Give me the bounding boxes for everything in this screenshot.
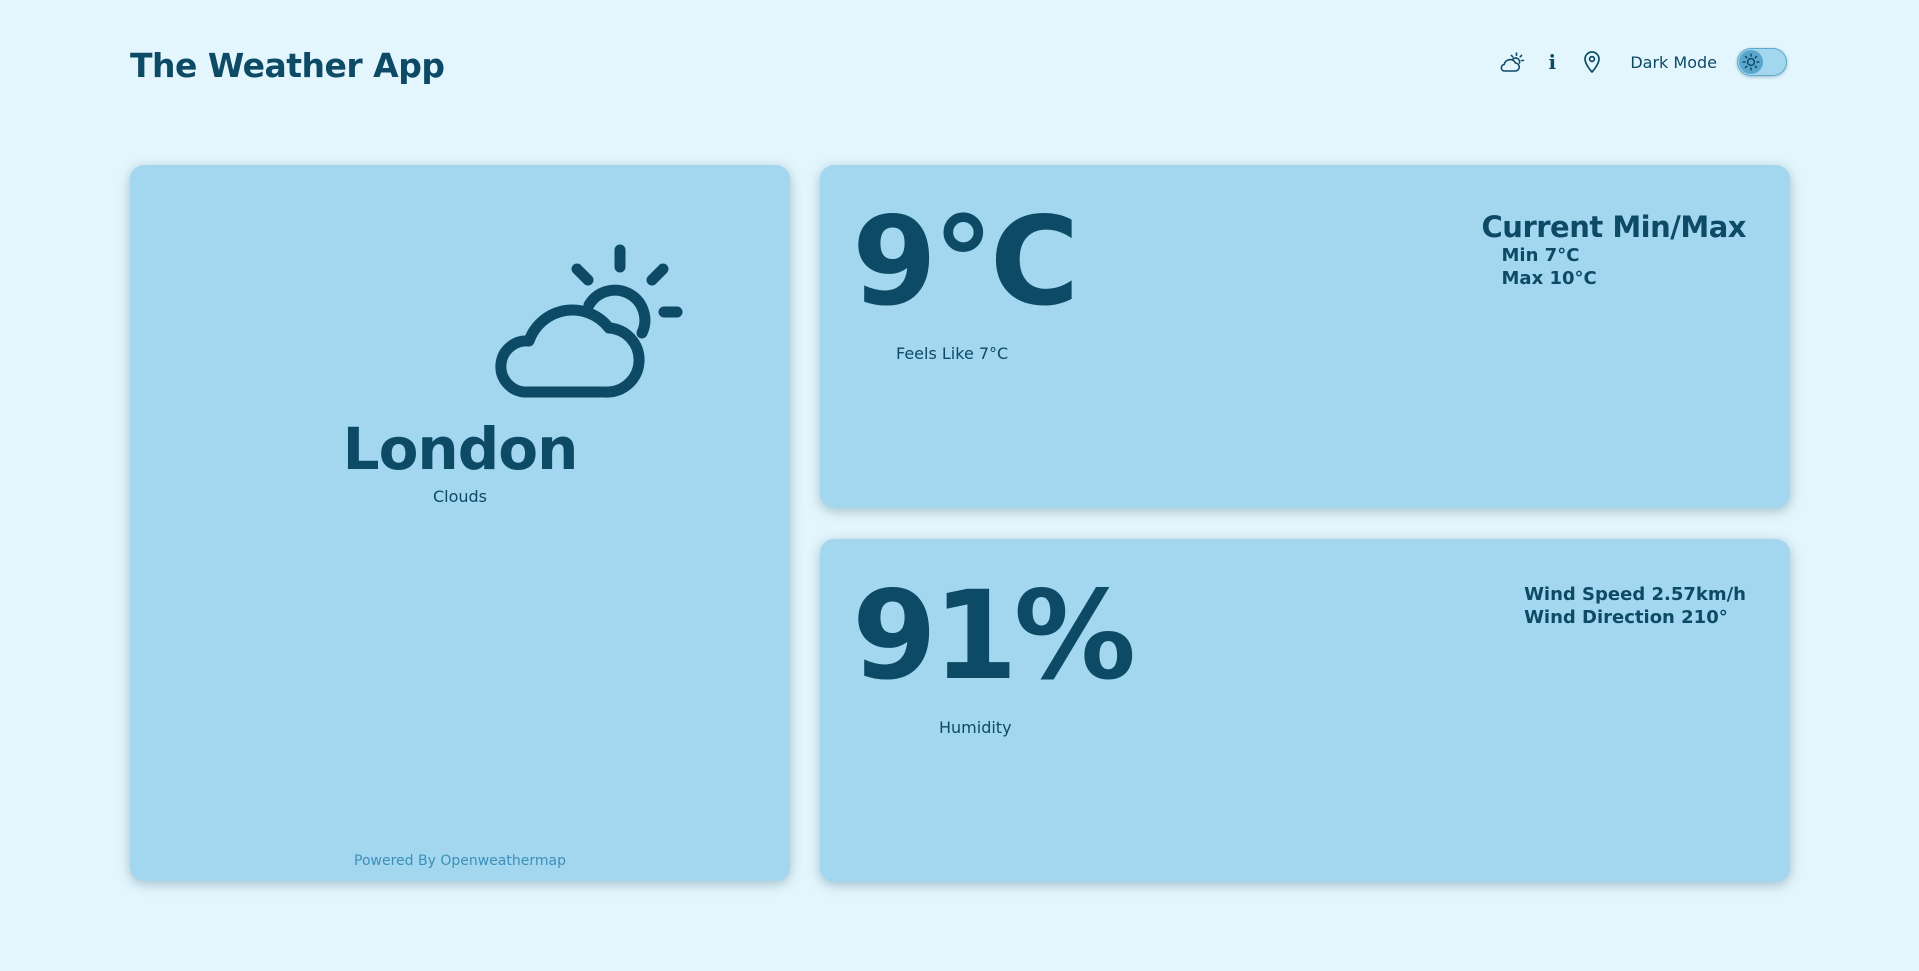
temperature-card: 9°C Feels Like 7°C Current Min/Max Min 7… — [820, 165, 1790, 508]
sun-icon — [1742, 53, 1760, 71]
current-temperature: 9°C — [852, 191, 1079, 333]
dark-mode-toggle[interactable] — [1737, 48, 1787, 76]
location-pin-icon — [1584, 51, 1601, 73]
toggle-knob — [1739, 50, 1763, 74]
wind-block: Wind Speed 2.57km/h Wind Direction 210° — [1524, 583, 1746, 629]
humidity-value: 91% — [852, 565, 1136, 707]
humidity-card: 91% Humidity Wind Speed 2.57km/h Wind Di… — [820, 539, 1790, 882]
min-temperature: Min 7°C — [1501, 245, 1580, 266]
feels-like: Feels Like 7°C — [896, 344, 1009, 363]
app-title: The Weather App — [130, 46, 445, 85]
humidity-label: Humidity — [939, 718, 1012, 737]
location-card: London Clouds Powered By Openweathermap — [130, 165, 790, 881]
min-max-title: Current Min/Max — [1481, 210, 1747, 244]
city-name: London — [342, 415, 579, 483]
weather-nav-button[interactable] — [1498, 48, 1526, 76]
max-temperature: Max 10°C — [1501, 268, 1597, 289]
location-button[interactable] — [1578, 48, 1606, 76]
cloud-sun-icon — [495, 244, 683, 398]
powered-by-link[interactable]: Powered By Openweathermap — [130, 853, 790, 869]
info-button[interactable]: i — [1538, 48, 1566, 76]
wind-direction: Wind Direction 210° — [1524, 607, 1728, 628]
min-max-block: Current Min/Max Min 7°C Max 10°C — [1481, 210, 1747, 290]
cloud-sun-icon — [1500, 52, 1525, 72]
dark-mode-label: Dark Mode — [1630, 52, 1717, 72]
wind-speed: Wind Speed 2.57km/h — [1524, 584, 1746, 605]
weather-condition: Clouds — [432, 487, 488, 506]
info-icon: i — [1548, 50, 1557, 74]
header-actions: i Dark Mode — [1498, 44, 1787, 80]
